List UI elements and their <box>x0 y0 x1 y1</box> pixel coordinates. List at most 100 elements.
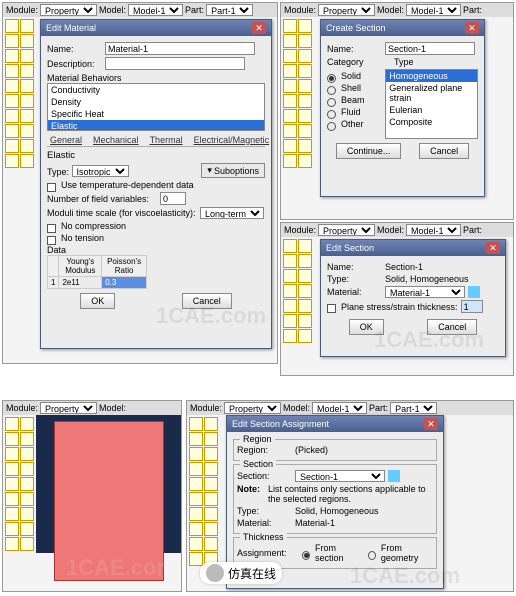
continue-button[interactable]: Continue... <box>336 143 402 159</box>
type-heading: Type <box>394 57 414 67</box>
suboptions-button[interactable]: ▾ Suboptions <box>201 163 265 178</box>
footer-badge: 仿真在线 <box>200 562 282 584</box>
list-item[interactable]: Generalized plane strain <box>386 82 477 104</box>
nocomp-checkbox[interactable] <box>47 224 56 233</box>
moduli-combo[interactable]: Long-term <box>200 207 264 219</box>
tab-general[interactable]: General <box>47 134 85 146</box>
tool-icon[interactable] <box>20 94 34 108</box>
dialog-title: Edit Material <box>46 23 96 33</box>
cat-beam-radio[interactable] <box>327 98 336 107</box>
tool-icon[interactable] <box>5 34 19 48</box>
cat-shell-radio[interactable] <box>327 86 336 95</box>
cat-fluid-radio[interactable] <box>327 110 336 119</box>
tool-icon[interactable] <box>20 109 34 123</box>
tool-icon[interactable] <box>5 94 19 108</box>
watermark: 1CAE.com <box>350 563 460 589</box>
module-combo[interactable]: Property <box>224 402 281 414</box>
fromsec-radio[interactable] <box>302 551 310 560</box>
fieldvars-label: Number of field variables: <box>47 194 157 204</box>
ps-input[interactable] <box>461 300 483 313</box>
name-value: Section-1 <box>385 262 423 272</box>
create-section-icon[interactable] <box>388 470 400 482</box>
create-material-icon[interactable] <box>468 286 480 298</box>
part-combo[interactable]: Part-1 <box>206 4 253 16</box>
tool-icon[interactable] <box>5 64 19 78</box>
toolbox-left <box>187 415 220 568</box>
close-icon[interactable]: ✕ <box>424 418 438 430</box>
ym-cell[interactable]: 2e11 <box>59 277 102 289</box>
module-combo[interactable]: Property <box>40 402 97 414</box>
close-icon[interactable]: ✕ <box>465 22 479 34</box>
cat-solid-radio[interactable] <box>327 74 336 83</box>
module-label: Module: <box>6 5 38 15</box>
type-list: Homogeneous Generalized plane strain Eul… <box>385 69 478 139</box>
module-combo[interactable]: Property <box>318 224 375 236</box>
tab-mechanical[interactable]: Mechanical <box>90 134 142 146</box>
model-combo[interactable]: Model-1 <box>128 4 183 16</box>
name-input[interactable] <box>385 42 475 55</box>
tab-thermal[interactable]: Thermal <box>147 134 186 146</box>
list-item[interactable]: Eulerian <box>386 104 477 116</box>
tool-icon[interactable] <box>20 34 34 48</box>
noten-label: No tension <box>61 233 104 243</box>
type-value: Solid, Homogeneous <box>385 274 469 284</box>
tool-icon[interactable] <box>5 109 19 123</box>
tool-icon[interactable] <box>20 154 34 168</box>
module-combo[interactable]: Property <box>40 4 97 16</box>
list-item[interactable]: Density <box>48 96 264 108</box>
noten-checkbox[interactable] <box>47 236 56 245</box>
tool-icon[interactable] <box>20 124 34 138</box>
section-heading: Section <box>240 459 276 469</box>
tab-em[interactable]: Electrical/Magnetic <box>191 134 273 146</box>
list-item[interactable]: Conductivity <box>48 84 264 96</box>
name-input[interactable] <box>105 42 255 55</box>
use-temp-checkbox[interactable] <box>47 183 56 192</box>
tool-icon[interactable] <box>20 139 34 153</box>
close-icon[interactable]: ✕ <box>252 22 266 34</box>
fieldvars-input[interactable] <box>160 192 186 205</box>
tool-icon[interactable] <box>5 49 19 63</box>
model-combo[interactable]: Model-1 <box>406 4 461 16</box>
tool-icon[interactable] <box>20 49 34 63</box>
note-text: List contains only sections applicable t… <box>268 484 433 504</box>
tool-icon[interactable] <box>20 79 34 93</box>
tool-icon[interactable] <box>5 79 19 93</box>
desc-input[interactable] <box>105 57 245 70</box>
ps-checkbox[interactable] <box>327 304 336 313</box>
cat-other-radio[interactable] <box>327 122 336 131</box>
data-table: Young's Modulus Poisson's Ratio 12e11 0.… <box>47 255 147 289</box>
model-combo[interactable]: Model-1 <box>406 224 461 236</box>
model-label: Model: <box>99 5 126 15</box>
toolbox-left <box>281 17 314 170</box>
category-heading: Category <box>327 57 382 67</box>
section-combo[interactable]: Section-1 <box>295 470 385 482</box>
fromgeom-radio[interactable] <box>368 551 376 560</box>
tool-icon[interactable] <box>5 154 19 168</box>
tool-icon[interactable] <box>20 19 34 33</box>
pr-cell[interactable]: 0.3 <box>102 277 147 289</box>
name-label: Name: <box>327 44 382 54</box>
model-combo[interactable]: Model-1 <box>312 402 367 414</box>
list-item[interactable]: Homogeneous <box>386 70 477 82</box>
ok-button[interactable]: OK <box>80 293 115 309</box>
tool-icon[interactable] <box>5 19 19 33</box>
viewport[interactable]: 1CAE.com <box>36 415 181 553</box>
list-item[interactable]: Composite <box>386 116 477 128</box>
tool-icon[interactable] <box>5 124 19 138</box>
tool-icon[interactable] <box>5 139 19 153</box>
create-section-dialog: Create Section ✕ Name: Category Type Sol… <box>320 19 485 197</box>
part-combo[interactable]: Part-1 <box>390 402 437 414</box>
fromsec-label: From section <box>315 543 359 563</box>
type-label: Type: <box>47 167 69 177</box>
material-combo[interactable]: Material-1 <box>385 286 465 298</box>
tool-icon[interactable] <box>20 64 34 78</box>
close-icon[interactable]: ✕ <box>486 242 500 254</box>
module-combo[interactable]: Property <box>318 4 375 16</box>
type-combo[interactable]: Isotropic <box>72 165 129 177</box>
list-item[interactable]: Elastic <box>48 120 264 131</box>
list-item[interactable]: Specific Heat <box>48 108 264 120</box>
region-heading: Region <box>240 434 275 444</box>
material-value: Material-1 <box>295 518 335 528</box>
type-value: Solid, Homogeneous <box>295 506 379 516</box>
cancel-button[interactable]: Cancel <box>419 143 469 159</box>
